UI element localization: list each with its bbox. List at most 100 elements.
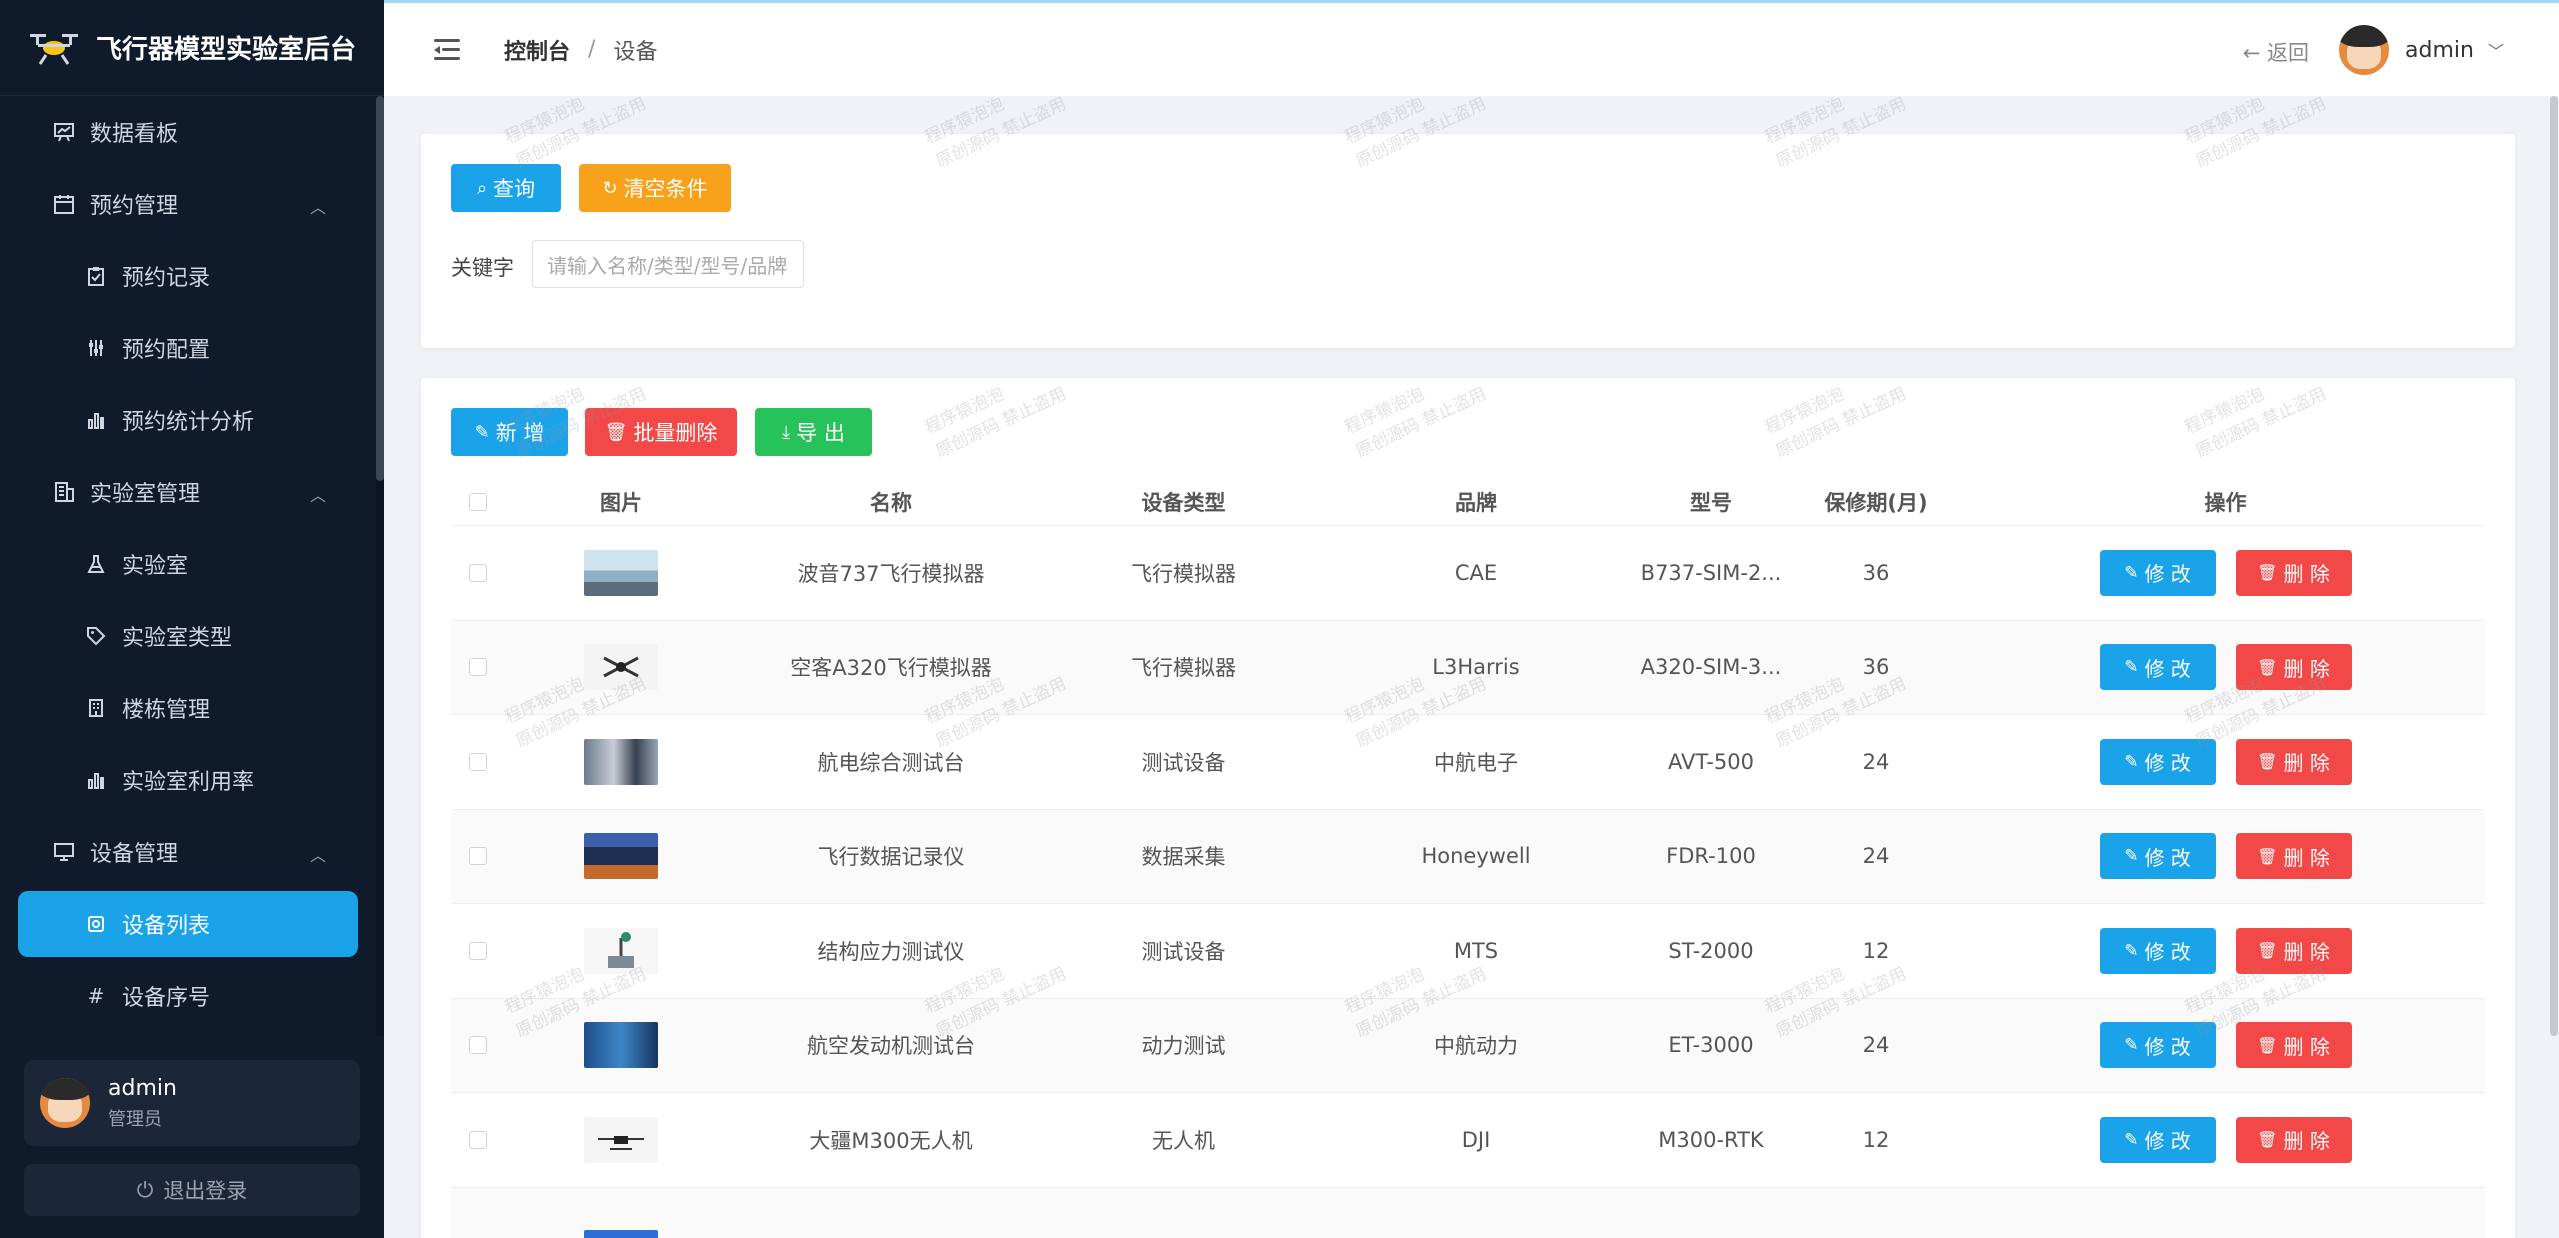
edit-icon: ✎ — [474, 421, 490, 443]
building-icon — [52, 480, 76, 504]
export-button[interactable]: ⤓ 导 出 — [755, 408, 872, 456]
sidebar-item-reservation-records[interactable]: 预约记录 — [0, 240, 376, 312]
main-scrollbar[interactable] — [2549, 96, 2559, 1238]
edit-button[interactable]: ✎ 修 改 — [2099, 644, 2216, 691]
table-row: 波音737飞行模拟器 飞行模拟器 CAE B737-SIM-2... 36 ✎ 修 改 🗑 删 … — [451, 526, 2485, 621]
clear-button[interactable]: ↻ 清空条件 — [579, 164, 731, 212]
row-checkbox[interactable] — [469, 563, 487, 582]
device-thumbnail — [584, 738, 658, 785]
device-brand: Honeywell — [1421, 844, 1531, 869]
sidebar-item-label: 预约管理 — [90, 194, 179, 219]
sidebar-item-lab-type[interactable]: 实验室类型 — [0, 600, 376, 672]
avatar — [2339, 25, 2390, 75]
sidebar-scrollbar-thumb[interactable] — [376, 96, 384, 481]
sidebar-item-device-management[interactable]: 设备管理 ︿ — [0, 816, 376, 888]
device-warranty: 36 — [1862, 560, 1890, 585]
device-thumbnail — [584, 927, 658, 974]
device-name: 航空发动机测试台 — [807, 1034, 975, 1059]
edit-button[interactable]: ✎ 修 改 — [2099, 833, 2216, 880]
row-checkbox[interactable] — [469, 752, 487, 771]
edit-button[interactable]: ✎ 修 改 — [2099, 927, 2216, 974]
search-card: ⌕ 查询 ↻ 清空条件 关键字 请输入名称/类型/型号/品牌 — [421, 134, 2515, 348]
edit-label: 修 改 — [2144, 1034, 2191, 1059]
keyword-label: 关键字 — [451, 256, 514, 280]
column-header: 图片 — [600, 490, 642, 515]
sidebar-item-reservation-config[interactable]: 预约配置 — [0, 312, 376, 384]
device-thumbnail — [584, 1229, 658, 1238]
sidebar-item-device-list[interactable]: 设备列表 — [18, 891, 358, 957]
header-user-name: admin — [2405, 37, 2474, 63]
delete-button[interactable]: 🗑 删 除 — [2235, 644, 2352, 691]
query-button[interactable]: ⌕ 查询 — [451, 164, 561, 212]
menu-toggle-icon[interactable] — [434, 38, 460, 61]
clear-label: 清空条件 — [623, 177, 708, 201]
sidebar-item-building[interactable]: 楼栋管理 — [0, 672, 376, 744]
brand: 飞行器模型实验室后台 — [0, 0, 384, 96]
batch-delete-button[interactable]: 🗑 批量删除 — [585, 408, 737, 456]
row-checkbox[interactable] — [469, 941, 487, 960]
row-checkbox[interactable] — [469, 658, 487, 677]
device-model: ET-3000 — [1668, 1033, 1754, 1058]
device-table: 图片 名称 设备类型 品牌 型号 保修期(月) 操作 波音737飞行模拟器 飞行模… — [451, 478, 2485, 1238]
breadcrumb-console[interactable]: 控制台 — [504, 34, 570, 66]
device-warranty: 12 — [1862, 1127, 1890, 1152]
sidebar-item-label: 实验室 — [122, 554, 189, 579]
row-checkbox[interactable] — [469, 847, 487, 866]
sidebar-item-reservation[interactable]: 预约管理 ︿ — [0, 168, 376, 240]
sidebar-item-label: 预约配置 — [122, 338, 211, 363]
device-name: 航电综合测试台 — [817, 750, 965, 775]
sidebar-item-label: 设备列表 — [122, 914, 211, 939]
delete-button[interactable]: 🗑 删 除 — [2235, 1022, 2352, 1069]
edit-button[interactable]: ✎ 修 改 — [2099, 738, 2216, 785]
user-name: admin — [108, 1075, 177, 1101]
device-type: 动力测试 — [1141, 1034, 1226, 1059]
row-checkbox[interactable] — [469, 1130, 487, 1149]
sidebar-item-label: 数据看板 — [90, 122, 179, 147]
table-row: 飞行数据记录仪 数据采集 Honeywell FDR-100 24 ✎ 修 改 🗑 删 除 — [451, 809, 2485, 904]
edit-icon: ✎ — [2124, 1035, 2139, 1056]
sidebar-item-lab-utilization[interactable]: 实验室利用率 — [0, 744, 376, 816]
delete-button[interactable]: 🗑 删 除 — [2235, 738, 2352, 785]
sidebar-user-card[interactable]: admin 管理员 — [24, 1060, 360, 1146]
bar-chart-icon — [84, 408, 108, 432]
sidebar: 飞行器模型实验室后台 数据看板 预约管理 ︿ 预约记录 预约配置 预约统计分析 … — [0, 0, 384, 1238]
batch-delete-label: 批量删除 — [633, 421, 718, 445]
sidebar-scrollbar[interactable] — [376, 96, 384, 1036]
edit-button[interactable]: ✎ 修 改 — [2099, 549, 2216, 596]
add-label: 新 增 — [495, 421, 545, 445]
logout-button[interactable]: ⏻ 退出登录 — [24, 1164, 360, 1216]
device-thumbnail — [584, 1116, 658, 1163]
edit-button[interactable]: ✎ 修 改 — [2099, 1116, 2216, 1163]
power-icon: ⏻ — [136, 1177, 154, 1202]
sidebar-item-lab-management[interactable]: 实验室管理 ︿ — [0, 456, 376, 528]
chevron-down-icon: ﹀ — [2487, 42, 2504, 61]
sidebar-item-dashboard[interactable]: 数据看板 — [0, 96, 376, 168]
keyword-input[interactable]: 请输入名称/类型/型号/品牌 — [532, 240, 804, 288]
back-button[interactable]: ← 返回 — [2243, 37, 2309, 67]
sidebar-item-lab[interactable]: 实验室 — [0, 528, 376, 600]
chevron-up-icon: ︿ — [309, 846, 326, 865]
delete-button[interactable]: 🗑 删 除 — [2235, 1116, 2352, 1163]
header-user-menu[interactable]: admin ﹀ — [2339, 25, 2504, 75]
column-header: 操作 — [2204, 490, 2247, 515]
main-scrollbar-thumb[interactable] — [2550, 96, 2558, 1036]
select-all-checkbox[interactable] — [469, 492, 487, 511]
device-thumbnail — [584, 549, 658, 596]
add-button[interactable]: ✎ 新 增 — [451, 408, 568, 456]
delete-button[interactable]: 🗑 删 除 — [2235, 549, 2352, 596]
chevron-up-icon: ︿ — [309, 198, 326, 217]
delete-button[interactable]: 🗑 删 除 — [2235, 833, 2352, 880]
row-checkbox[interactable] — [469, 1036, 487, 1055]
back-label: 返回 — [2267, 41, 2309, 65]
device-brand: 中航动力 — [1434, 1034, 1518, 1059]
sidebar-item-reservation-stats[interactable]: 预约统计分析 — [0, 384, 376, 456]
delete-button[interactable]: 🗑 删 除 — [2235, 927, 2352, 974]
column-header: 设备类型 — [1141, 490, 1226, 515]
sidebar-item-device-serial[interactable]: # 设备序号 — [0, 960, 376, 1032]
table-row: 空客A320飞行模拟器 飞行模拟器 L3Harris A320-SIM-3... 36 ✎… — [451, 620, 2485, 715]
device-model: A320-SIM-3... — [1640, 655, 1782, 680]
edit-button[interactable]: ✎ 修 改 — [2099, 1022, 2216, 1069]
column-header: 型号 — [1690, 490, 1732, 515]
device-model: M300-RTK — [1658, 1127, 1764, 1152]
column-header: 品牌 — [1455, 490, 1497, 515]
